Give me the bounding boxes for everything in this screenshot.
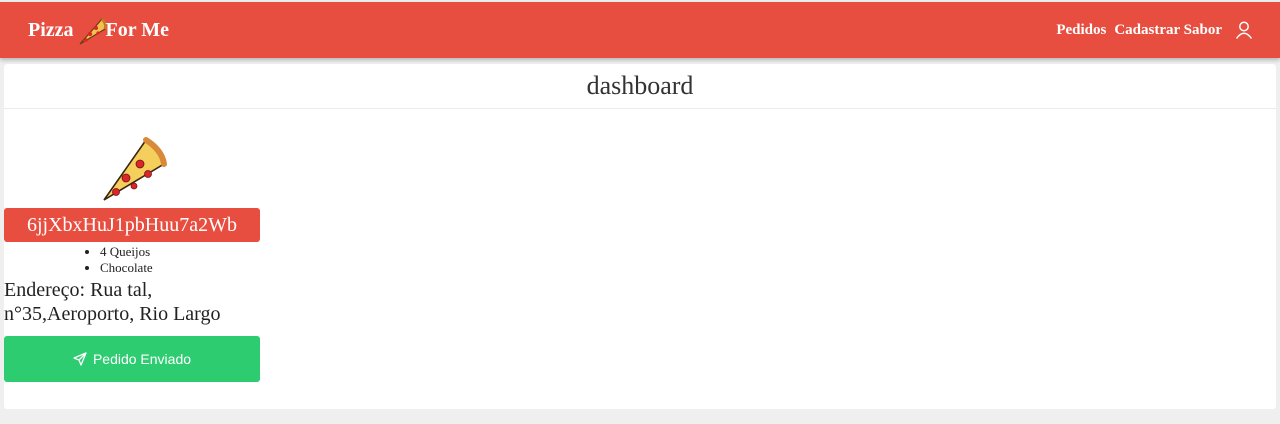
list-item: 4 Queijos [100, 244, 260, 260]
user-icon[interactable] [1234, 20, 1254, 40]
dashboard-card: dashboard 6jjXbxHuJ1pbHuu7a2Wb 4 Queijos… [4, 64, 1276, 409]
order-card: 6jjXbxHuJ1pbHuu7a2Wb 4 Queijos Chocolate… [4, 134, 260, 382]
nav-link-pedidos[interactable]: Pedidos [1056, 22, 1106, 39]
send-icon [73, 352, 87, 366]
order-sent-button[interactable]: Pedido Enviado [4, 336, 260, 382]
order-id-badge: 6jjXbxHuJ1pbHuu7a2Wb [4, 208, 260, 242]
order-sent-label: Pedido Enviado [92, 351, 192, 367]
nav-link-cadastrar-sabor[interactable]: Cadastrar Sabor [1114, 22, 1222, 39]
brand-text-pizza: Pizza [28, 18, 74, 41]
nav-links: Pedidos Cadastrar Sabor [1048, 20, 1254, 40]
order-address: Endereço: Rua tal, n°35,Aeroporto, Rio L… [4, 279, 221, 325]
pizza-slice-icon [103, 137, 167, 201]
list-item: Chocolate [100, 260, 260, 276]
page-title: dashboard [4, 64, 1276, 109]
flavor-list: 4 Queijos Chocolate [4, 244, 260, 276]
pizza-slice-icon [79, 17, 107, 45]
brand-text-forme: For Me [105, 18, 170, 41]
navbar: Pizza For Me Pedidos Cadastrar Sabor [0, 2, 1280, 58]
brand-logo[interactable]: Pizza For Me [28, 13, 169, 47]
